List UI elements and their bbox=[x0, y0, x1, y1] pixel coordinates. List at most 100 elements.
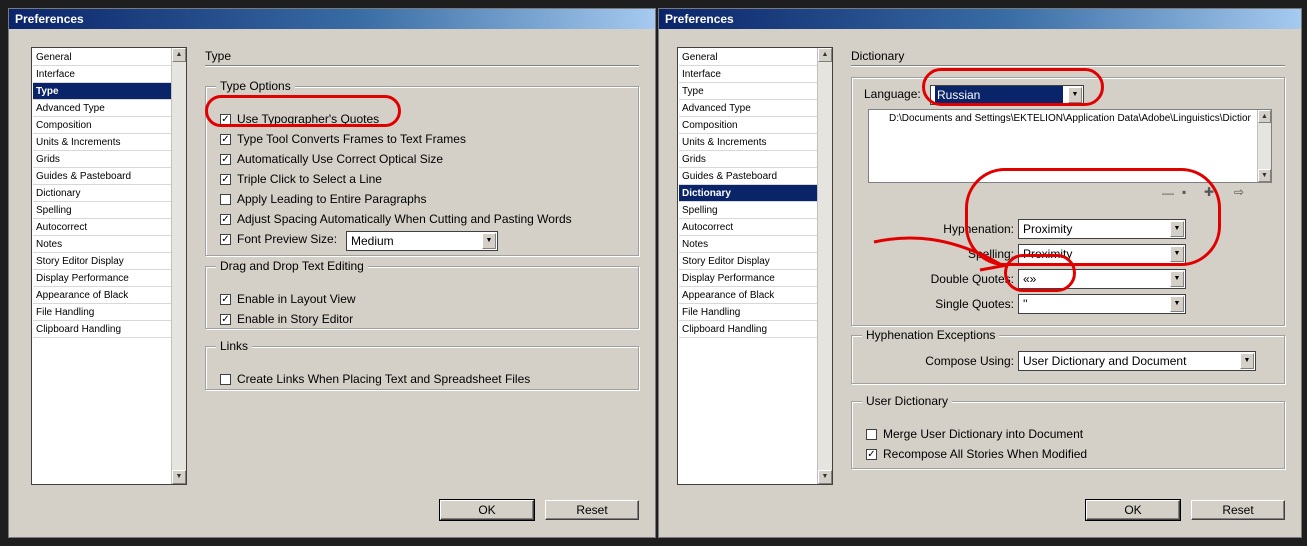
category-item[interactable]: Dictionary bbox=[679, 185, 817, 202]
category-scrollbar[interactable]: ▲ ▼ bbox=[817, 48, 832, 484]
checkbox-option[interactable]: ✓ Recompose All Stories When Modified bbox=[866, 446, 1087, 462]
category-item[interactable]: Type bbox=[33, 83, 171, 100]
checkbox-label: Automatically Use Correct Optical Size bbox=[237, 152, 444, 166]
category-item[interactable]: Interface bbox=[679, 66, 817, 83]
checkbox-checked-icon[interactable]: ✓ bbox=[220, 293, 231, 305]
category-item[interactable]: Guides & Pasteboard bbox=[33, 168, 171, 185]
category-item[interactable]: Clipboard Handling bbox=[33, 321, 171, 338]
checkbox-option[interactable]: ✓ Adjust Spacing Automatically When Cutti… bbox=[220, 211, 572, 227]
chevron-down-icon: ▼ bbox=[482, 233, 496, 249]
category-item[interactable]: Advanced Type bbox=[33, 100, 171, 117]
category-item[interactable]: Dictionary bbox=[33, 185, 171, 202]
checkbox-checked-icon[interactable]: ✓ bbox=[220, 133, 231, 145]
checkbox-checked-icon[interactable]: ✓ bbox=[866, 448, 877, 460]
reset-button[interactable]: Reset bbox=[1191, 500, 1285, 520]
category-item[interactable]: Notes bbox=[33, 236, 171, 253]
category-item[interactable]: Story Editor Display bbox=[33, 253, 171, 270]
single-quotes-select[interactable]: '' ▼ bbox=[1018, 294, 1186, 314]
annotation-circle-language bbox=[922, 68, 1104, 106]
category-item[interactable]: General bbox=[679, 49, 817, 66]
checkbox-checked-icon[interactable]: ✓ bbox=[220, 153, 231, 165]
checkbox-icon[interactable] bbox=[220, 373, 231, 385]
dictionary-path: D:\Documents and Settings\EKTELION\Appli… bbox=[889, 113, 1251, 124]
ok-button[interactable]: OK bbox=[1085, 499, 1181, 521]
category-item[interactable]: Interface bbox=[33, 66, 171, 83]
annotation-circle-quotes bbox=[205, 95, 401, 127]
checkbox-checked-icon[interactable]: ✓ bbox=[220, 213, 231, 225]
annotation-circle-double-quotes bbox=[1004, 254, 1076, 292]
category-item[interactable]: Story Editor Display bbox=[679, 253, 817, 270]
single-quotes-label: Single Quotes: bbox=[935, 297, 1014, 311]
scroll-up-icon[interactable]: ▲ bbox=[818, 48, 832, 62]
preferences-dialog-type: Preferences General Interface Type Advanced… bbox=[8, 8, 656, 538]
user-dictionary-legend: User Dictionary bbox=[862, 394, 953, 408]
scroll-down-icon[interactable]: ▼ bbox=[172, 470, 186, 484]
ok-button[interactable]: OK bbox=[439, 499, 535, 521]
category-item[interactable]: Display Performance bbox=[679, 270, 817, 287]
checkbox-label: Create Links When Placing Text and Sprea… bbox=[237, 372, 531, 386]
category-scrollbar[interactable]: ▲ ▼ bbox=[171, 48, 186, 484]
relink-icon[interactable]: ⇨ bbox=[1234, 185, 1244, 199]
reset-button[interactable]: Reset bbox=[545, 500, 639, 520]
category-item[interactable]: Notes bbox=[679, 236, 817, 253]
category-item[interactable]: Type bbox=[679, 83, 817, 100]
category-item[interactable]: Grids bbox=[679, 151, 817, 168]
checkbox-option[interactable]: Merge User Dictionary into Document bbox=[866, 426, 1083, 442]
category-item[interactable]: Clipboard Handling bbox=[679, 321, 817, 338]
category-item[interactable]: General bbox=[33, 49, 171, 66]
drag-drop-legend: Drag and Drop Text Editing bbox=[216, 259, 368, 273]
section-title: Type bbox=[205, 49, 232, 63]
user-dictionary-group: User Dictionary Merge User Dictionary in… bbox=[851, 394, 1285, 469]
checkbox-option[interactable]: ✓ Automatically Use Correct Optical Size bbox=[220, 151, 443, 167]
category-item[interactable]: Autocorrect bbox=[33, 219, 171, 236]
type-options-legend: Type Options bbox=[216, 79, 295, 93]
section-divider bbox=[851, 65, 1285, 67]
dialog-title: Preferences bbox=[9, 9, 655, 29]
annotation-arrow-icon bbox=[873, 236, 1007, 272]
scroll-down-icon[interactable]: ▼ bbox=[818, 470, 832, 484]
dictionary-scrollbar[interactable]: ▲ ▼ bbox=[1257, 110, 1271, 182]
checkbox-icon[interactable] bbox=[866, 428, 877, 440]
checkbox-label: Merge User Dictionary into Document bbox=[883, 427, 1084, 441]
category-item[interactable]: Guides & Pasteboard bbox=[679, 168, 817, 185]
category-item[interactable]: Appearance of Black bbox=[679, 287, 817, 304]
category-items: General Interface Type Advanced Type Composi… bbox=[679, 49, 817, 338]
category-item[interactable]: Display Performance bbox=[33, 270, 171, 287]
category-item[interactable]: Spelling bbox=[33, 202, 171, 219]
links-legend: Links bbox=[216, 339, 253, 353]
category-item[interactable]: Composition bbox=[679, 117, 817, 134]
checkbox-label: Apply Leading to Entire Paragraphs bbox=[237, 192, 427, 206]
category-item[interactable]: Grids bbox=[33, 151, 171, 168]
hyphenation-exceptions-group: Hyphenation Exceptions Compose Using: Us… bbox=[851, 328, 1285, 384]
font-preview-size-value: Medium bbox=[351, 234, 394, 248]
scroll-down-icon[interactable]: ▼ bbox=[1258, 169, 1271, 182]
checkbox-option[interactable]: ✓ Type Tool Converts Frames to Text Frame… bbox=[220, 131, 466, 147]
checkbox-option[interactable]: ✓ Font Preview Size: bbox=[220, 231, 337, 247]
checkbox-option[interactable]: Create Links When Placing Text and Sprea… bbox=[220, 371, 530, 387]
checkbox-checked-icon[interactable]: ✓ bbox=[220, 173, 231, 185]
category-item[interactable]: Units & Increments bbox=[679, 134, 817, 151]
category-item[interactable]: Autocorrect bbox=[679, 219, 817, 236]
scroll-up-icon[interactable]: ▲ bbox=[172, 48, 186, 62]
category-item[interactable]: Units & Increments bbox=[33, 134, 171, 151]
category-item[interactable]: File Handling bbox=[33, 304, 171, 321]
category-item[interactable]: Spelling bbox=[679, 202, 817, 219]
checkbox-option[interactable]: Apply Leading to Entire Paragraphs bbox=[220, 191, 426, 207]
checkbox-checked-icon[interactable]: ✓ bbox=[220, 313, 231, 325]
checkbox-checked-icon[interactable]: ✓ bbox=[220, 233, 231, 245]
category-item[interactable]: Appearance of Black bbox=[33, 287, 171, 304]
category-item[interactable]: Composition bbox=[33, 117, 171, 134]
checkbox-icon[interactable] bbox=[220, 193, 231, 205]
checkbox-option[interactable]: ✓ Enable in Layout View bbox=[220, 291, 356, 307]
category-list[interactable]: General Interface Type Advanced Type Composi… bbox=[677, 47, 833, 485]
scroll-up-icon[interactable]: ▲ bbox=[1258, 110, 1271, 123]
category-item[interactable]: File Handling bbox=[679, 304, 817, 321]
checkbox-option[interactable]: ✓ Triple Click to Select a Line bbox=[220, 171, 382, 187]
category-item[interactable]: Advanced Type bbox=[679, 100, 817, 117]
compose-using-select[interactable]: User Dictionary and Document ▼ bbox=[1018, 351, 1256, 371]
section-title: Dictionary bbox=[851, 49, 905, 63]
links-group: Links Create Links When Placing Text and… bbox=[205, 339, 639, 390]
checkbox-option[interactable]: ✓ Enable in Story Editor bbox=[220, 311, 353, 327]
font-preview-size-select[interactable]: Medium ▼ bbox=[346, 231, 498, 251]
category-list[interactable]: General Interface Type Advanced Type Composi… bbox=[31, 47, 187, 485]
